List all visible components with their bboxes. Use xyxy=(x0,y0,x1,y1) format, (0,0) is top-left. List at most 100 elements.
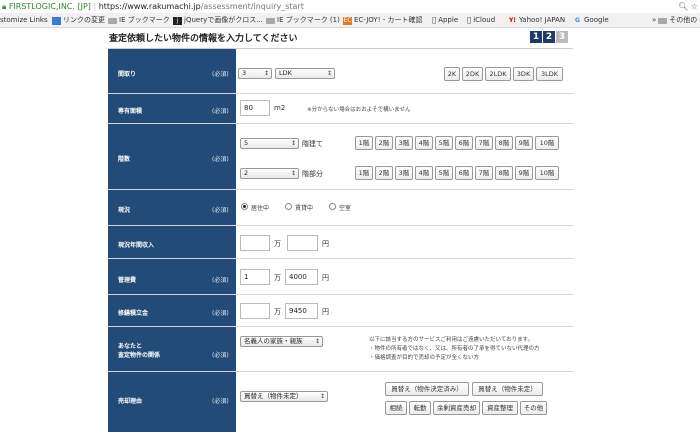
step-2: 2 xyxy=(543,31,555,43)
building-floor-option[interactable]: 6階 xyxy=(455,136,473,150)
unit-floor-option[interactable]: 6階 xyxy=(455,166,473,180)
label-text: 売却理由 xyxy=(118,398,143,405)
bookmark-yahoo[interactable]: Y! Yahoo! JAPAN xyxy=(508,13,565,27)
management-man-input[interactable]: 1 xyxy=(240,269,270,285)
row-label: 売却理由 (必須) xyxy=(108,372,236,432)
repair-yen-input[interactable]: 9450 xyxy=(285,303,318,319)
bookmark-link-change[interactable]: リンクの変更 xyxy=(52,13,105,27)
reason-select[interactable]: 買替え（物件未定） ↕ xyxy=(240,391,328,402)
status-radio-vacant[interactable] xyxy=(329,203,336,210)
building-floor-option[interactable]: 5階 xyxy=(435,136,453,150)
unit-floor-option[interactable]: 4階 xyxy=(415,166,433,180)
field-repair-reserve: 万 9450 円 xyxy=(238,295,573,326)
management-yen-input[interactable]: 4000 xyxy=(285,269,318,285)
required-badge: (必須) xyxy=(212,398,229,405)
unit-floor-option[interactable]: 5階 xyxy=(435,166,453,180)
relation-select[interactable]: 名義人の家族・親族 ↕ xyxy=(240,336,323,347)
bookmark-google[interactable]: G Google xyxy=(573,13,609,27)
reason-option[interactable]: 余剰資産売却 xyxy=(433,401,480,415)
reason-option[interactable]: 資産整理 xyxy=(482,401,518,415)
field-sale-reason: 買替え（物件未定） ↕ 買替え（物件決定済み） 買替え（物件未定） 相続 転勤 余… xyxy=(238,372,573,432)
reason-option[interactable]: 買替え（物件決定済み） xyxy=(385,382,469,396)
label-text: 現況 xyxy=(118,207,131,214)
row-label: 現況年間収入 xyxy=(108,226,236,258)
row-repair-reserve: 修繕積立金 (必須) 万 9450 円 xyxy=(108,295,573,327)
zoom-icon[interactable]: 🔍︎ ☆ xyxy=(678,0,698,13)
building-floor-option[interactable]: 1階 xyxy=(355,136,373,150)
unit-floor-option[interactable]: 1階 xyxy=(355,166,373,180)
row-income: 現況年間収入 万 円 xyxy=(108,226,573,259)
relation-note-line: 以下に該当する方のサービスご利用はご遠慮いただいております。 xyxy=(369,337,534,343)
apple-icon:  xyxy=(467,13,471,27)
income-man-input[interactable] xyxy=(240,235,270,251)
unit-floor-select[interactable]: 2 ↕ xyxy=(240,168,299,179)
select-arrow-icon: ↕ xyxy=(319,393,325,400)
row-label: 階数 (必須) xyxy=(108,124,236,189)
building-floor-option[interactable]: 8階 xyxy=(495,136,513,150)
bookmark-apple[interactable]: Apple xyxy=(432,13,458,27)
label-text: 現況年間収入 xyxy=(118,242,155,249)
man-unit: 万 xyxy=(274,240,281,248)
yen-unit: 円 xyxy=(322,274,329,282)
select-arrow-icon: ↕ xyxy=(290,140,296,147)
label-text: 階数 xyxy=(118,156,131,163)
layout-option-2dk[interactable]: 2DK xyxy=(462,67,483,81)
select-arrow-icon: ↕ xyxy=(290,170,296,177)
reason-option[interactable]: 買替え（物件未定） xyxy=(472,382,543,396)
label-text: 修繕積立金 xyxy=(118,310,149,317)
reason-option[interactable]: 相続 xyxy=(385,401,407,415)
row-sale-reason: 売却理由 (必須) 買替え（物件未定） ↕ 買替え（物件決定済み） 買替え（物件未… xyxy=(108,372,573,432)
relation-note-line: ・物件の所有者ではなく、又は、所有者の了承を得ていない代理の方 xyxy=(369,346,540,352)
rooms-select[interactable]: 3 ↕ xyxy=(238,68,272,79)
bookmark-icloud[interactable]: iCloud xyxy=(467,13,495,27)
layout-option-2k[interactable]: 2K xyxy=(444,67,460,81)
building-floor-option[interactable]: 7階 xyxy=(475,136,493,150)
bookmark-ec-joy[interactable]: EC EC-JOY! - カート確認 xyxy=(343,13,422,27)
repair-man-input[interactable] xyxy=(240,303,270,319)
row-label: 間取り (必須) xyxy=(108,49,236,93)
chevron-double-right-icon: » xyxy=(652,16,657,24)
field-area: 80 m2 ※分からない場合はおおよそで構いません xyxy=(238,94,573,123)
row-label: 現況 (必須) xyxy=(108,190,236,225)
unit-floor-option[interactable]: 10階 xyxy=(535,166,559,180)
reason-option[interactable]: 転勤 xyxy=(409,401,431,415)
building-floor-option[interactable]: 4階 xyxy=(415,136,433,150)
building-floor-option[interactable]: 10階 xyxy=(535,136,559,150)
step-indicator: 1 2 3 xyxy=(530,31,568,43)
man-unit: 万 xyxy=(274,274,281,282)
label-text: あなたと xyxy=(118,343,143,350)
security-label: FIRSTLOGIC,INC. [JP] xyxy=(8,2,91,11)
reason-option[interactable]: その他 xyxy=(520,401,547,415)
unit-floor-option[interactable]: 8階 xyxy=(495,166,513,180)
address-bar[interactable]: 🔒︎ FIRSTLOGIC,INC. [JP] | https://www.ra… xyxy=(0,0,700,13)
required-badge: (必須) xyxy=(212,156,229,163)
status-radio-rented[interactable] xyxy=(285,203,292,210)
bookmark-other[interactable]: » その他の xyxy=(652,13,697,27)
area-input[interactable]: 80 xyxy=(240,100,270,116)
status-option-label: 空室 xyxy=(339,205,352,212)
bookmark-customize-links[interactable]: stomize Links xyxy=(0,13,48,27)
status-option-label: 賃貸中 xyxy=(295,205,314,212)
unit-floor-option[interactable]: 7階 xyxy=(475,166,493,180)
bookmark-ie-1[interactable]: IE ブックマーク xyxy=(108,13,170,27)
building-floor-option[interactable]: 9階 xyxy=(515,136,533,150)
room-type-select[interactable]: LDK ↕ xyxy=(275,68,335,79)
layout-option-2ldk[interactable]: 2LDK xyxy=(485,67,511,81)
layout-option-3ldk[interactable]: 3LDK xyxy=(536,67,563,81)
unit-floor-option[interactable]: 3階 xyxy=(395,166,413,180)
label-text: 間取り xyxy=(118,71,137,78)
layout-option-3dk[interactable]: 3DK xyxy=(513,67,534,81)
status-radio-occupied[interactable] xyxy=(241,203,248,210)
unit-floor-option[interactable]: 9階 xyxy=(515,166,533,180)
bookmark-jquery[interactable]: j jQueryで画像がクロス... xyxy=(173,13,263,27)
unit-floor-option[interactable]: 2階 xyxy=(375,166,393,180)
step-3: 3 xyxy=(556,31,568,43)
row-label: 管理費 (必須) xyxy=(108,259,236,294)
building-floor-option[interactable]: 3階 xyxy=(395,136,413,150)
income-yen-input[interactable] xyxy=(287,235,318,251)
yen-unit: 円 xyxy=(322,240,329,248)
bookmark-ie-2[interactable]: IE ブックマーク (1) xyxy=(266,13,340,27)
field-floors: 5 ↕ 階建て 2 ↕ 階部分 1階 2階 3階 4階 5階 6階 7階 8階 9階… xyxy=(238,124,573,189)
building-floors-select[interactable]: 5 ↕ xyxy=(240,138,299,149)
building-floor-option[interactable]: 2階 xyxy=(375,136,393,150)
